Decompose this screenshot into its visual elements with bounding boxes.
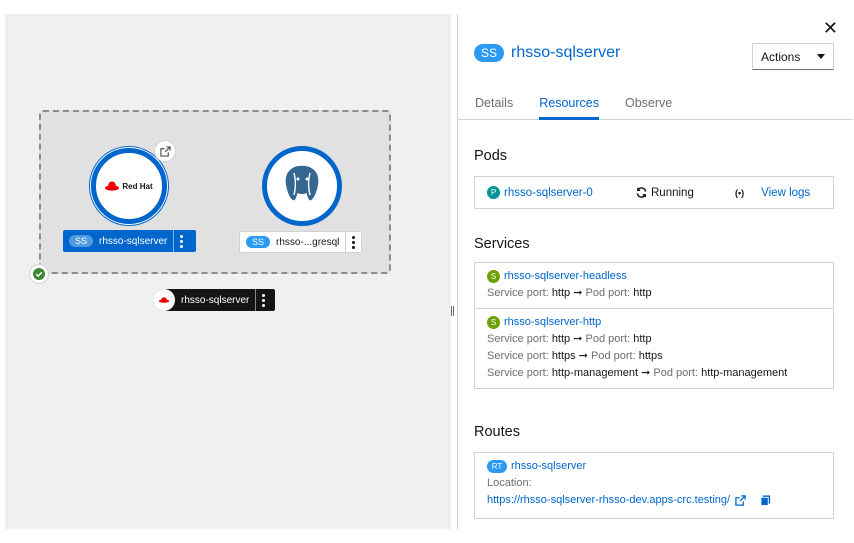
side-panel: ✕ SS rhsso-sqlserver Actions Details Res… [457, 14, 853, 529]
tab-resources[interactable]: Resources [539, 92, 599, 120]
node-label-text: rhsso-...gresql [276, 236, 340, 248]
routes-list: RT rhsso-sqlserver Location: https://rhs… [474, 452, 834, 519]
pod-port-label: Pod port: [591, 350, 636, 362]
panel-tabs: Details Resources Observe [458, 92, 853, 120]
open-url-decorator[interactable] [154, 140, 176, 162]
pod-port-label: Pod port: [585, 287, 631, 299]
route-item: RT rhsso-sqlserver Location: https://rhs… [475, 453, 833, 515]
panel-resize-handle[interactable] [451, 306, 454, 316]
node-label-rhsso-sqlserver[interactable]: SS rhsso-sqlserver [63, 230, 196, 252]
service-port-label: Service port: [487, 367, 549, 379]
service-item: S rhsso-sqlserver-headless Service port:… [475, 263, 833, 308]
service-port-value: http-management [551, 367, 639, 379]
service-port-row: Service port: http-management ➞ Pod port… [487, 365, 821, 382]
wifi-icon: (•) [735, 187, 745, 198]
pod-port-label: Pod port: [653, 367, 699, 379]
service-port-value: http [551, 333, 571, 345]
pod-port-value: http [633, 333, 652, 345]
route-url-link[interactable]: https://rhsso-sqlserver-rhsso-dev.apps-c… [487, 492, 730, 509]
group-label-text: rhsso-sqlserver [181, 294, 250, 306]
services-list: S rhsso-sqlserver-headless Service port:… [474, 262, 834, 389]
pods-list: P rhsso-sqlserver-0 Running (•) View log… [474, 176, 834, 209]
tab-observe[interactable]: Observe [625, 92, 672, 119]
application-group[interactable]: Red Hat SS rhsso-sqlserver SS rhsso-...g… [39, 110, 391, 274]
copy-icon[interactable] [760, 495, 771, 506]
group-label-rhsso-sqlserver[interactable]: rhsso-sqlserver [153, 289, 275, 311]
ss-badge: SS [474, 44, 505, 62]
route-location-label: Location: [487, 477, 532, 489]
panel-title-text[interactable]: rhsso-sqlserver [511, 44, 620, 62]
service-port-label: Service port: [487, 350, 549, 362]
external-link-icon [159, 145, 171, 157]
workload-node-rhsso-sqlserver[interactable]: Red Hat [91, 148, 167, 224]
ss-badge: SS [69, 235, 94, 247]
pod-port-value: http-management [701, 367, 788, 379]
arrow-right-icon: ➞ [573, 333, 583, 345]
actions-label: Actions [761, 49, 801, 64]
pods-heading: Pods [474, 148, 508, 164]
pod-row: P rhsso-sqlserver-0 Running (•) View log… [475, 177, 833, 208]
pod-status: Running [651, 186, 694, 199]
build-status-decorator[interactable] [29, 264, 49, 284]
arrow-right-icon: ➞ [641, 367, 651, 379]
kebab-icon[interactable] [255, 289, 271, 311]
service-name-link[interactable]: rhsso-sqlserver-headless [504, 268, 627, 285]
kebab-icon[interactable] [345, 232, 361, 252]
kebab-icon[interactable] [173, 230, 189, 252]
redhat-logo: Red Hat [105, 181, 153, 191]
pod-name-link[interactable]: rhsso-sqlserver-0 [504, 187, 636, 199]
arrow-right-icon: ➞ [578, 350, 588, 362]
routes-heading: Routes [474, 424, 520, 440]
service-port-value: http [551, 287, 571, 299]
node-label-postgresql[interactable]: SS rhsso-...gresql [239, 231, 362, 253]
route-name-link[interactable]: rhsso-sqlserver [511, 458, 586, 475]
node-label-text: rhsso-sqlserver [99, 235, 168, 247]
arrow-right-icon: ➞ [573, 287, 583, 299]
ss-badge: SS [246, 236, 271, 248]
tab-details[interactable]: Details [475, 92, 513, 119]
service-port-label: Service port: [487, 287, 549, 299]
service-port-label: Service port: [487, 333, 549, 345]
pod-badge: P [487, 186, 500, 199]
caret-down-icon [817, 54, 825, 59]
service-port-row: Service port: http ➞ Pod port: http [487, 331, 821, 348]
panel-title: SS rhsso-sqlserver [474, 44, 620, 62]
actions-dropdown[interactable]: Actions [752, 43, 834, 70]
service-port-row: Service port: https ➞ Pod port: https [487, 348, 821, 365]
services-heading: Services [474, 236, 530, 252]
redhat-logo [153, 289, 175, 311]
redhat-logo-text: Red Hat [122, 181, 153, 191]
view-logs-link[interactable]: View logs [761, 187, 810, 199]
service-item: S rhsso-sqlserver-http Service port: htt… [475, 308, 833, 388]
pod-port-value: https [638, 350, 663, 362]
service-name-link[interactable]: rhsso-sqlserver-http [504, 314, 601, 331]
close-icon[interactable]: ✕ [823, 18, 838, 39]
service-port-value: https [551, 350, 576, 362]
pod-port-value: http [633, 287, 652, 299]
postgresql-logo [284, 164, 320, 202]
route-badge: RT [487, 460, 507, 473]
external-link-icon[interactable] [735, 495, 746, 506]
service-port-row: Service port: http ➞ Pod port: http [487, 285, 821, 302]
pod-port-label: Pod port: [585, 333, 631, 345]
topology-canvas[interactable]: Red Hat SS rhsso-sqlserver SS rhsso-...g… [5, 14, 451, 529]
workload-node-postgresql[interactable] [262, 146, 342, 226]
sync-icon [636, 187, 647, 198]
service-badge: S [487, 270, 500, 283]
check-circle-icon [33, 268, 45, 280]
service-badge: S [487, 316, 500, 329]
